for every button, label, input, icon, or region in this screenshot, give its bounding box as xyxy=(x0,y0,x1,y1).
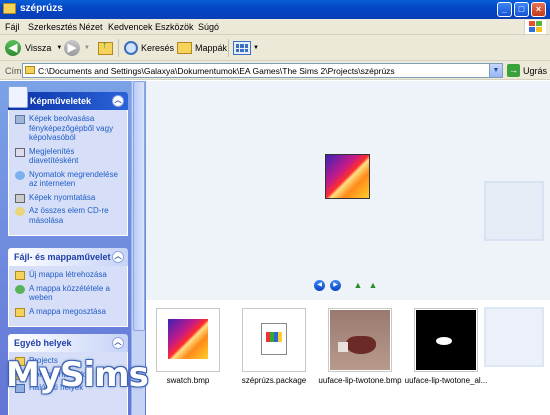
globe-icon xyxy=(15,170,25,180)
slideshow-icon xyxy=(15,147,25,157)
title-bar: széprúzs _ □ × xyxy=(0,0,550,19)
file-tasks-body: Új mappa létrehozása A mappa közzététele… xyxy=(8,266,128,327)
next-image-button[interactable]: ▶ xyxy=(330,280,341,291)
forward-button[interactable]: ▶ ▼ xyxy=(64,39,90,57)
picture-tasks-panel: Képműveletek ︿ Képek beolvasása fényképe… xyxy=(8,86,128,236)
collapse-icon[interactable]: ︿ xyxy=(112,95,124,107)
task-publish-web[interactable]: A mappa közzététele a weben xyxy=(15,284,123,303)
menu-tools[interactable]: Eszközök xyxy=(155,22,194,32)
file-name[interactable]: uuface-lip-twotone_al... xyxy=(396,376,496,385)
cd-icon xyxy=(15,207,25,216)
menu-bar: Fájl Szerkesztés Nézet Kedvencek Eszközö… xyxy=(0,19,550,35)
folder-icon xyxy=(3,3,16,14)
task-order-prints[interactable]: Nyomatok megrendelése az interneten xyxy=(15,170,123,189)
file-thumbnail[interactable] xyxy=(156,308,220,372)
folder-icon xyxy=(25,66,35,74)
forward-arrow-icon: ▶ xyxy=(64,40,80,56)
menu-view[interactable]: Nézet xyxy=(79,22,103,32)
new-folder-icon xyxy=(15,271,25,280)
background-watermark-logo xyxy=(484,181,544,241)
preview-image xyxy=(325,154,370,199)
file-thumbnail[interactable] xyxy=(328,308,392,372)
shared-folder-icon xyxy=(15,307,25,317)
lip-texture-thumbnail-image xyxy=(330,310,390,370)
rotate-clockwise-button[interactable]: ▲ xyxy=(352,280,364,291)
chevron-down-icon[interactable]: ▼ xyxy=(489,64,502,77)
menu-file[interactable]: Fájl xyxy=(5,22,20,32)
search-label: Keresés xyxy=(141,43,175,53)
collapse-icon[interactable]: ︿ xyxy=(112,337,124,349)
task-slideshow[interactable]: Megjelenítés diavetítésként xyxy=(15,147,123,166)
windows-logo-icon xyxy=(524,20,546,34)
up-folder-button[interactable]: ↑ xyxy=(98,39,113,57)
camera-icon xyxy=(8,86,28,108)
task-share-folder[interactable]: A mappa megosztása xyxy=(15,307,123,317)
search-button[interactable]: Keresés xyxy=(124,39,174,57)
swatch-thumbnail-image xyxy=(168,319,208,359)
picture-tasks-title: Képműveletek xyxy=(30,96,92,106)
other-places-header[interactable]: Egyéb helyek ︿ xyxy=(8,334,128,352)
go-button[interactable]: → Ugrás xyxy=(507,64,547,77)
close-button[interactable]: × xyxy=(531,2,546,17)
go-arrow-icon: → xyxy=(507,64,520,77)
folders-button[interactable]: Mappák xyxy=(177,39,227,57)
package-file-icon xyxy=(261,323,287,355)
other-places-title: Egyéb helyek xyxy=(14,338,72,348)
folders-label: Mappák xyxy=(195,43,228,53)
lip-alpha-thumbnail-image xyxy=(416,310,476,370)
task-new-folder[interactable]: Új mappa létrehozása xyxy=(15,270,123,280)
back-button[interactable]: ◀ Vissza ▼ xyxy=(5,39,62,57)
file-tasks-header[interactable]: Fájl- és mappaművelet ︿ xyxy=(8,248,128,266)
up-folder-icon: ↑ xyxy=(98,40,113,55)
task-scan-images[interactable]: Képek beolvasása fényképezőgépből vagy k… xyxy=(15,114,123,143)
chevron-down-icon[interactable]: ▼ xyxy=(56,45,62,51)
folders-icon xyxy=(177,42,192,54)
go-label: Ugrás xyxy=(523,65,548,76)
address-path: C:\Documents and Settings\Galaxya\Dokume… xyxy=(38,66,395,76)
content-area: ◀ ▶ ▲ ▲ swatch.bmp széprúzs.package uufa… xyxy=(146,81,550,415)
chevron-down-icon[interactable]: ▼ xyxy=(84,45,90,51)
task-copy-to-cd[interactable]: Az összes elem CD-re másolása xyxy=(15,206,123,225)
menu-help[interactable]: Súgó xyxy=(198,22,219,32)
mysims-watermark: MySims xyxy=(0,355,160,415)
file-name[interactable]: széprúzs.package xyxy=(224,376,324,385)
back-label: Vissza xyxy=(25,43,52,53)
rotate-counterclockwise-button[interactable]: ▲ xyxy=(367,280,379,291)
minimize-button[interactable]: _ xyxy=(497,2,512,17)
views-button[interactable]: ▼ xyxy=(233,39,259,57)
menu-favorites[interactable]: Kedvencek xyxy=(108,22,153,32)
address-input[interactable]: C:\Documents and Settings\Galaxya\Dokume… xyxy=(22,63,503,78)
file-tasks-title: Fájl- és mappaművelet xyxy=(14,252,111,262)
scrollbar-thumb[interactable] xyxy=(133,81,145,331)
toolbar: ◀ Vissza ▼ ▶ ▼ ↑ Keresés Mappák ▼ xyxy=(0,35,550,61)
task-print-images[interactable]: Képek nyomtatása xyxy=(15,193,123,203)
window-title: széprúzs xyxy=(20,3,63,14)
picture-tasks-body: Képek beolvasása fényképezőgépből vagy k… xyxy=(8,110,128,236)
file-thumbnail[interactable] xyxy=(242,308,306,372)
toolbar-separator xyxy=(228,39,229,57)
search-icon xyxy=(124,41,138,55)
file-thumbnail[interactable] xyxy=(414,308,478,372)
chevron-down-icon[interactable]: ▼ xyxy=(253,45,259,51)
views-icon xyxy=(233,41,251,55)
watermark-text: MySims xyxy=(6,355,149,395)
address-label: Cím xyxy=(5,66,22,76)
maximize-button[interactable]: □ xyxy=(514,2,529,17)
file-name[interactable]: uuface-lip-twotone.bmp xyxy=(310,376,410,385)
toolbar-separator xyxy=(118,39,119,57)
address-bar: Cím C:\Documents and Settings\Galaxya\Do… xyxy=(0,61,550,80)
previous-image-button[interactable]: ◀ xyxy=(314,280,325,291)
collapse-icon[interactable]: ︿ xyxy=(112,251,124,263)
scanner-icon xyxy=(15,115,25,124)
picture-tasks-header[interactable]: Képműveletek ︿ xyxy=(8,86,128,110)
file-tasks-panel: Fájl- és mappaművelet ︿ Új mappa létreho… xyxy=(8,248,128,327)
back-arrow-icon: ◀ xyxy=(5,40,21,56)
background-watermark-logo xyxy=(484,307,544,367)
globe-icon xyxy=(15,284,25,294)
printer-icon xyxy=(15,193,25,203)
menu-edit[interactable]: Szerkesztés xyxy=(28,22,77,32)
